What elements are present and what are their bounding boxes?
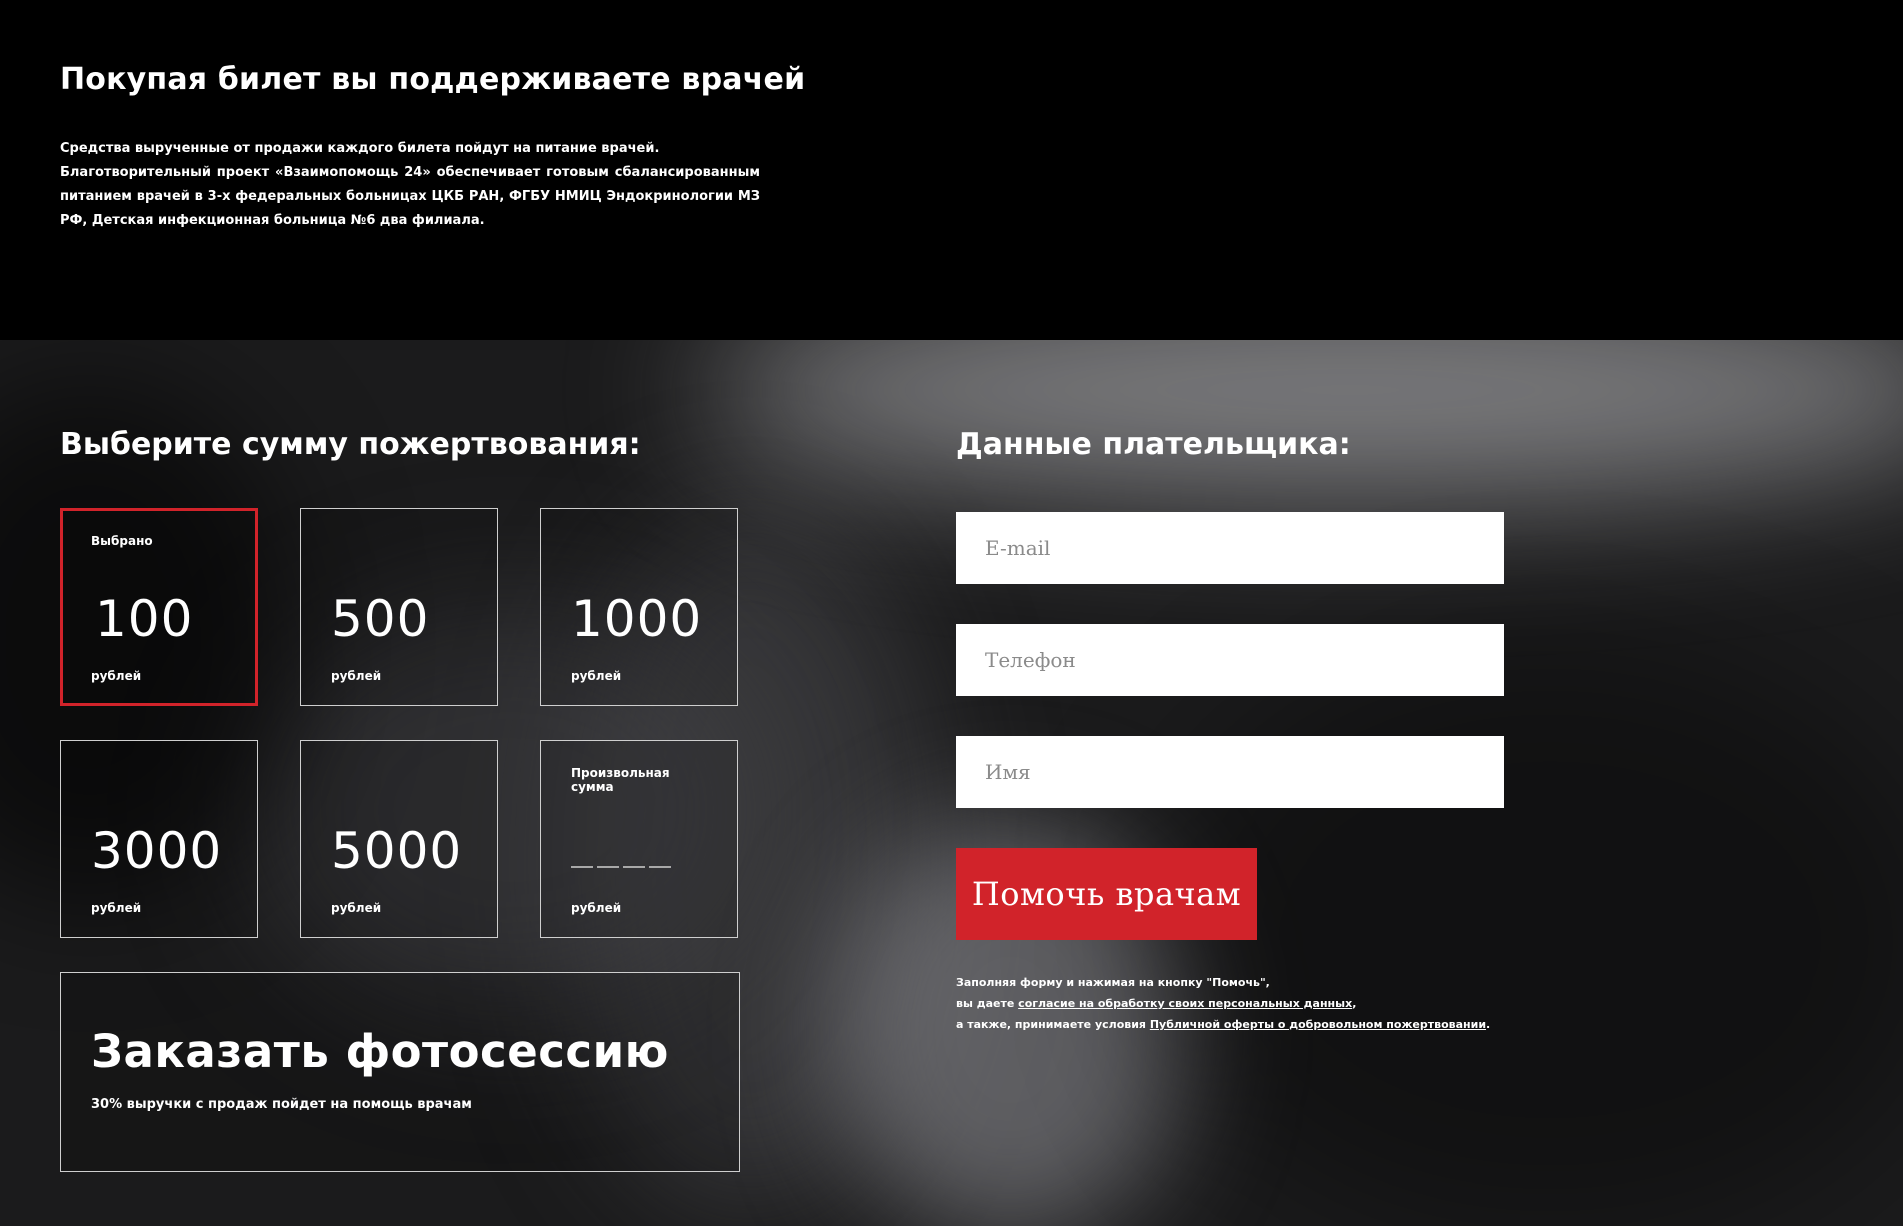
consent-line-3: а также, принимаете условия Публичной оф…	[956, 1014, 1656, 1035]
amount-option-5000[interactable]: 5000 рублей	[300, 740, 498, 938]
amount-value: 1000	[571, 590, 703, 648]
personal-data-consent-link[interactable]: согласие на обработку своих персональных…	[1018, 997, 1352, 1010]
amount-option-custom[interactable]: Произвольная сумма рублей	[540, 740, 738, 938]
info-title: Покупая билет вы поддерживаете врачей	[60, 62, 806, 97]
custom-amount-label: Произвольная сумма	[571, 766, 670, 794]
custom-amount-input-line[interactable]	[571, 866, 671, 868]
amount-value: 5000	[331, 822, 463, 880]
page: Покупая билет вы поддерживаете врачей Ср…	[0, 0, 1903, 1226]
selected-label: Выбрано	[91, 534, 153, 548]
amount-option-100[interactable]: Выбрано 100 рублей	[60, 508, 258, 706]
amount-option-3000[interactable]: 3000 рублей	[60, 740, 258, 938]
amount-option-500[interactable]: 500 рублей	[300, 508, 498, 706]
consent-line-3-prefix: а также, принимаете условия	[956, 1018, 1150, 1031]
amount-unit: рублей	[331, 901, 382, 915]
amount-unit: рублей	[571, 901, 622, 915]
public-offer-link[interactable]: Публичной оферты о добровольном пожертво…	[1150, 1018, 1486, 1031]
amount-option-1000[interactable]: 1000 рублей	[540, 508, 738, 706]
consent-line-2: вы даете согласие на обработку своих пер…	[956, 993, 1656, 1014]
consent-line-1: Заполняя форму и нажимая на кнопку "Помо…	[956, 976, 1270, 989]
amount-unit: рублей	[571, 669, 622, 683]
photoshoot-subtitle: 30% выручки с продаж пойдет на помощь вр…	[91, 1097, 472, 1112]
info-section: Покупая билет вы поддерживаете врачей Ср…	[0, 0, 1903, 340]
consent-line-3-suffix: .	[1486, 1018, 1491, 1031]
amount-value: 100	[95, 590, 194, 648]
help-doctors-button[interactable]: Помочь врачам	[956, 848, 1257, 940]
info-paragraph-1: Средства вырученные от продажи каждого б…	[60, 141, 660, 156]
consent-line-2-prefix: вы даете	[956, 997, 1019, 1010]
consent-line-2-suffix: ,	[1352, 997, 1357, 1010]
phone-field[interactable]	[956, 624, 1504, 696]
amount-value: 500	[331, 590, 430, 648]
donation-amount-heading: Выберите сумму пожертвования:	[60, 427, 641, 462]
amount-unit: рублей	[331, 669, 382, 683]
name-field[interactable]	[956, 736, 1504, 808]
order-photoshoot-card[interactable]: Заказать фотосессию 30% выручки с продаж…	[60, 972, 740, 1172]
donation-section: Выберите сумму пожертвования: Выбрано 10…	[0, 340, 1903, 1226]
payer-data-heading: Данные плательщика:	[956, 427, 1351, 462]
info-paragraph-2: Благотворительный проект «Взаимопомощь 2…	[60, 165, 760, 228]
amount-value: 3000	[91, 822, 223, 880]
consent-text: Заполняя форму и нажимая на кнопку "Помо…	[956, 972, 1656, 1035]
email-field[interactable]	[956, 512, 1504, 584]
amount-unit: рублей	[91, 901, 142, 915]
amount-unit: рублей	[91, 669, 142, 683]
photoshoot-title: Заказать фотосессию	[91, 1025, 669, 1078]
info-description: Средства вырученные от продажи каждого б…	[60, 137, 760, 233]
